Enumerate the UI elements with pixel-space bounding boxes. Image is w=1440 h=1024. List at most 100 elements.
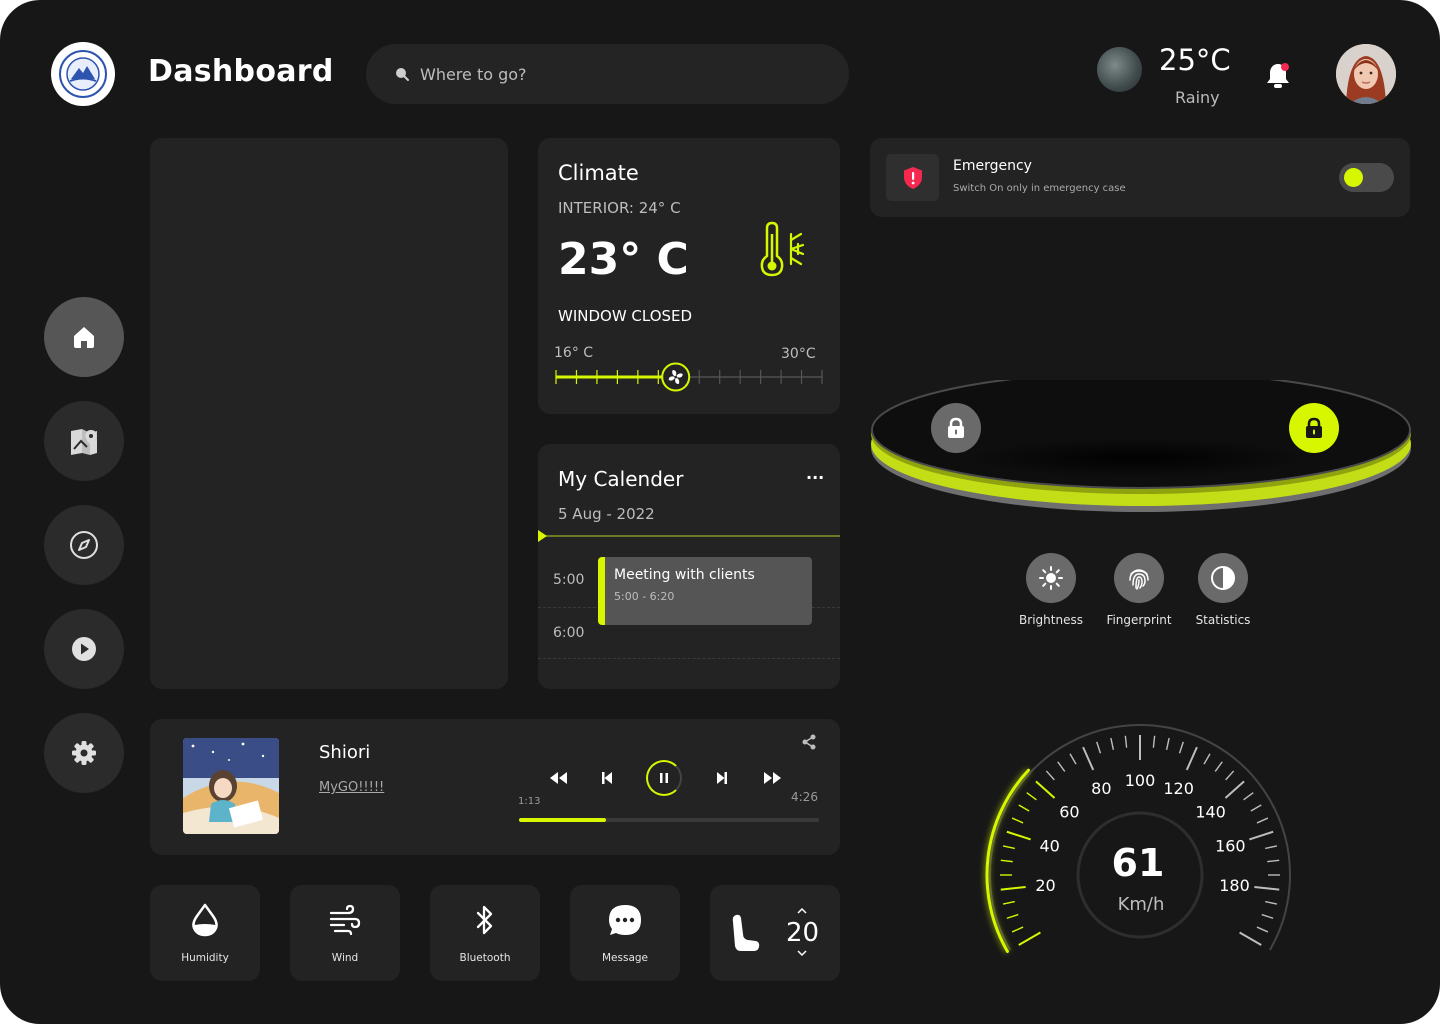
share-icon[interactable] [800, 733, 818, 751]
minor-tick [1203, 753, 1211, 765]
climate-temperature: 23° C [558, 234, 689, 285]
speed-tick-label: 20 [1035, 876, 1055, 895]
track-duration: 4:26 [791, 790, 818, 804]
brightness-button[interactable] [1026, 553, 1076, 603]
window-status: WINDOW CLOSED [558, 307, 693, 325]
time-slot-divider [538, 658, 840, 659]
minor-tick [1011, 817, 1024, 824]
climate-max-label: 30°C [781, 346, 816, 362]
compass-icon [70, 531, 98, 559]
seat-icon [732, 914, 760, 951]
contrast-icon [1211, 566, 1235, 590]
track-title: Shiori [319, 742, 371, 763]
search-bar[interactable] [366, 44, 849, 104]
notification-button[interactable] [1265, 60, 1291, 90]
climate-card: Climate INTERIOR: 24° C 23° C WINDOW CLO… [538, 138, 840, 414]
major-tick [1249, 830, 1274, 841]
play-icon [72, 637, 96, 661]
calendar-title: My Calender [558, 467, 684, 491]
speed-tick-label: 60 [1059, 802, 1079, 821]
dashboard-app: Dashboard 25°C Rainy [0, 0, 1440, 1024]
tile-label: Wind [331, 952, 359, 964]
minor-tick [1214, 761, 1223, 772]
climate-min-label: 16° C [554, 345, 594, 361]
speed-tick-label: 180 [1219, 876, 1250, 895]
fingerprint-icon [1129, 569, 1149, 590]
avatar[interactable] [1336, 44, 1396, 104]
emergency-card: Emergency Switch On only in emergency ca… [870, 138, 1410, 217]
fan-hub [674, 375, 677, 379]
music-player: Shiori MyGO!!!!! 1:13 4:26 [150, 719, 840, 855]
sun-icon [1039, 566, 1063, 590]
climate-title: Climate [558, 161, 639, 185]
emergency-icon-box [886, 154, 939, 201]
track-artist[interactable]: MyGO!!!!! [319, 780, 384, 795]
album-art-image [183, 738, 279, 834]
thermometer-snow-icon [760, 221, 805, 277]
sidebar-item-media[interactable] [44, 609, 124, 689]
speed-tick-label: 140 [1195, 802, 1226, 821]
seat-up-icon[interactable] [797, 907, 807, 915]
lock-button[interactable] [931, 403, 981, 453]
album-cover[interactable] [183, 738, 279, 834]
seat-down-icon[interactable] [797, 949, 807, 957]
calendar-divider [538, 535, 840, 537]
progress-bar[interactable] [519, 818, 819, 822]
tile-message[interactable]: Message [570, 885, 680, 981]
quick-action-fingerprint[interactable]: Fingerprint [1099, 553, 1179, 627]
minor-tick [1265, 845, 1278, 850]
time-slot-label: 5:00 [553, 572, 585, 588]
minor-tick [1110, 737, 1115, 750]
speed-tick-label: 80 [1091, 779, 1111, 798]
unlock-button[interactable] [1289, 403, 1339, 453]
speed-tick-label: 160 [1215, 837, 1246, 856]
tile-humidity[interactable]: Humidity [150, 885, 260, 981]
minor-tick [1261, 913, 1274, 919]
rewind-icon[interactable] [548, 770, 568, 786]
next-track-icon[interactable] [715, 770, 729, 786]
vehicle-lock-platform [871, 380, 1411, 512]
minor-tick [1152, 735, 1156, 748]
calendar-more-button[interactable]: ··· [806, 468, 824, 487]
seat-control: 20 [710, 885, 840, 981]
speed-unit: Km/h [1118, 894, 1165, 915]
bluetooth-icon [476, 905, 493, 935]
quick-action-brightness[interactable]: Brightness [1011, 553, 1091, 627]
previous-track-icon[interactable] [600, 770, 614, 786]
minor-tick [1096, 741, 1102, 754]
current-time-marker [538, 530, 547, 542]
quick-action-statistics[interactable]: Statistics [1183, 553, 1263, 627]
statistics-button[interactable] [1198, 553, 1248, 603]
minor-tick [1000, 859, 1013, 863]
search-input[interactable] [420, 64, 820, 84]
speedometer: 20 4060 80 100 120140 160 180 61 Km/h [984, 724, 1291, 953]
tile-wind[interactable]: Wind [290, 885, 400, 981]
logo[interactable] [51, 42, 115, 106]
sidebar-item-map[interactable] [44, 401, 124, 481]
minor-tick [1026, 792, 1037, 801]
minor-tick [1124, 735, 1128, 748]
sidebar-item-settings[interactable] [44, 713, 124, 793]
minor-tick [1011, 926, 1024, 933]
calendar-event[interactable]: Meeting with clients 5:00 - 6:20 [598, 557, 812, 625]
home-icon [74, 327, 94, 348]
minor-tick [1165, 737, 1170, 750]
play-pause-button[interactable] [646, 760, 682, 796]
minor-tick [1250, 804, 1262, 812]
climate-slider[interactable] [554, 362, 824, 392]
sidebar-item-home[interactable] [44, 297, 124, 377]
time-slot-label: 6:00 [553, 625, 585, 641]
map-panel[interactable] [150, 138, 508, 689]
wind-icon [329, 904, 361, 935]
toggle-knob [1344, 168, 1363, 187]
fingerprint-button[interactable] [1114, 553, 1164, 603]
fast-forward-icon[interactable] [763, 770, 783, 786]
emergency-toggle[interactable] [1339, 163, 1394, 192]
lock-icon [948, 417, 964, 438]
speed-value: 61 [1112, 841, 1165, 885]
tile-bluetooth[interactable]: Bluetooth [430, 885, 540, 981]
sidebar-item-compass[interactable] [44, 505, 124, 585]
weather-condition: Rainy [1175, 88, 1220, 107]
minor-tick [1018, 804, 1030, 812]
droplet-icon [192, 903, 218, 937]
